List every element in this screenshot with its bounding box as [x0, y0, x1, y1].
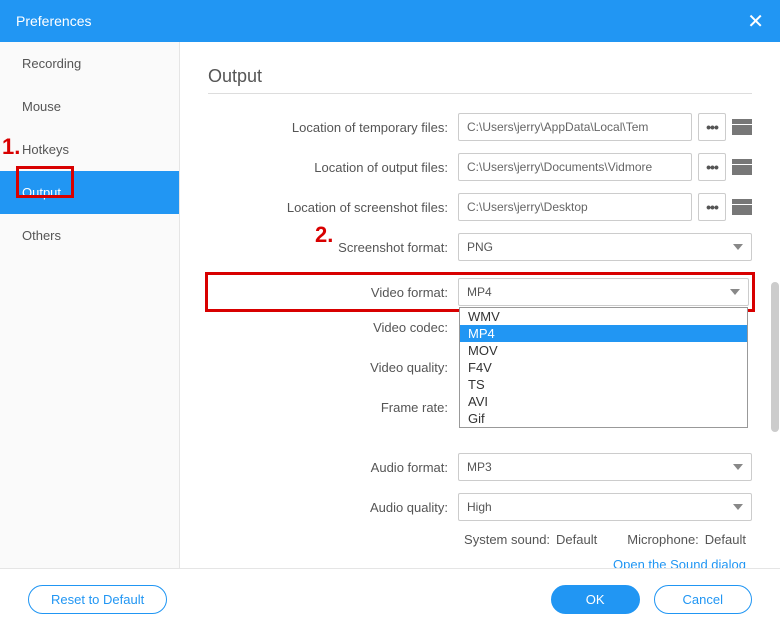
row-audio-format: Audio format: MP3 [208, 452, 752, 482]
scrollbar[interactable] [770, 282, 780, 462]
dropdown-item-mp4[interactable]: MP4 [460, 325, 747, 342]
close-icon[interactable]: ✕ [747, 9, 764, 34]
sidebar: Recording Mouse Hotkeys Output Others [0, 42, 180, 568]
microphone-value: Default [705, 532, 746, 547]
input-screenshot-files[interactable]: C:\Users\jerry\Desktop [458, 193, 692, 221]
row-audio-quality: Audio quality: High [208, 492, 752, 522]
select-video-format[interactable]: MP4 WMV MP4 MOV F4V TS AVI Gif [458, 278, 749, 306]
select-video-format-value: MP4 [467, 285, 492, 299]
sidebar-item-output[interactable]: Output [0, 171, 179, 214]
row-output-files: Location of output files: C:\Users\jerry… [208, 152, 752, 182]
select-audio-format-value: MP3 [467, 460, 492, 474]
folder-icon[interactable] [732, 119, 752, 135]
open-sound-dialog-link[interactable]: Open the Sound dialog [208, 557, 752, 568]
scrollbar-thumb[interactable] [771, 282, 779, 432]
microphone-label: Microphone: [627, 532, 699, 547]
browse-temp-button[interactable]: ••• [698, 113, 726, 141]
dropdown-item-ts[interactable]: TS [460, 376, 747, 393]
label-output-files: Location of output files: [208, 160, 458, 175]
ok-button[interactable]: OK [551, 585, 640, 614]
select-audio-quality[interactable]: High [458, 493, 752, 521]
label-frame-rate: Frame rate: [208, 400, 458, 415]
dropdown-item-wmv[interactable]: WMV [460, 308, 747, 325]
select-screenshot-format[interactable]: PNG [458, 233, 752, 261]
chevron-down-icon [733, 504, 743, 510]
select-audio-format[interactable]: MP3 [458, 453, 752, 481]
label-video-codec: Video codec: [208, 320, 458, 335]
dropdown-item-gif[interactable]: Gif [460, 410, 747, 427]
browse-screenshot-button[interactable]: ••• [698, 193, 726, 221]
dropdown-item-mov[interactable]: MOV [460, 342, 747, 359]
system-sound-value: Default [556, 532, 597, 547]
video-format-dropdown: WMV MP4 MOV F4V TS AVI Gif [459, 307, 748, 428]
preferences-window: Preferences ✕ Recording Mouse Hotkeys Ou… [0, 0, 780, 630]
browse-output-button[interactable]: ••• [698, 153, 726, 181]
label-audio-quality: Audio quality: [208, 500, 458, 515]
chevron-down-icon [733, 464, 743, 470]
cancel-button[interactable]: Cancel [654, 585, 752, 614]
label-screenshot-format: Screenshot format: [208, 240, 458, 255]
label-screenshot-files: Location of screenshot files: [208, 200, 458, 215]
sidebar-item-hotkeys[interactable]: Hotkeys [0, 128, 179, 171]
sidebar-item-mouse[interactable]: Mouse [0, 85, 179, 128]
input-output-files[interactable]: C:\Users\jerry\Documents\Vidmore [458, 153, 692, 181]
reset-to-default-button[interactable]: Reset to Default [28, 585, 167, 614]
dropdown-item-avi[interactable]: AVI [460, 393, 747, 410]
label-video-quality: Video quality: [208, 360, 458, 375]
sidebar-item-recording[interactable]: Recording [0, 42, 179, 85]
label-audio-format: Audio format: [208, 460, 458, 475]
row-video-format: Video format: MP4 WMV MP4 MOV F4V TS AVI… [205, 272, 755, 312]
label-video-format: Video format: [211, 285, 458, 300]
titlebar: Preferences ✕ [0, 0, 780, 42]
body: Recording Mouse Hotkeys Output Others Ou… [0, 42, 780, 568]
main-panel: Output Location of temporary files: C:\U… [180, 42, 780, 568]
dropdown-item-f4v[interactable]: F4V [460, 359, 747, 376]
footer: Reset to Default OK Cancel [0, 568, 780, 630]
folder-icon[interactable] [732, 199, 752, 215]
chevron-down-icon [733, 244, 743, 250]
label-temp-files: Location of temporary files: [208, 120, 458, 135]
row-temp-files: Location of temporary files: C:\Users\je… [208, 112, 752, 142]
select-audio-quality-value: High [467, 500, 492, 514]
system-sound-label: System sound: [464, 532, 550, 547]
select-screenshot-format-value: PNG [467, 240, 493, 254]
chevron-down-icon [730, 289, 740, 295]
folder-icon[interactable] [732, 159, 752, 175]
sound-info-row: System sound: Default Microphone: Default [208, 532, 752, 547]
row-screenshot-format: Screenshot format: PNG [208, 232, 752, 262]
row-screenshot-files: Location of screenshot files: C:\Users\j… [208, 192, 752, 222]
section-output-title: Output [208, 66, 752, 94]
sidebar-item-others[interactable]: Others [0, 214, 179, 257]
window-title: Preferences [16, 13, 91, 29]
input-temp-files[interactable]: C:\Users\jerry\AppData\Local\Tem [458, 113, 692, 141]
